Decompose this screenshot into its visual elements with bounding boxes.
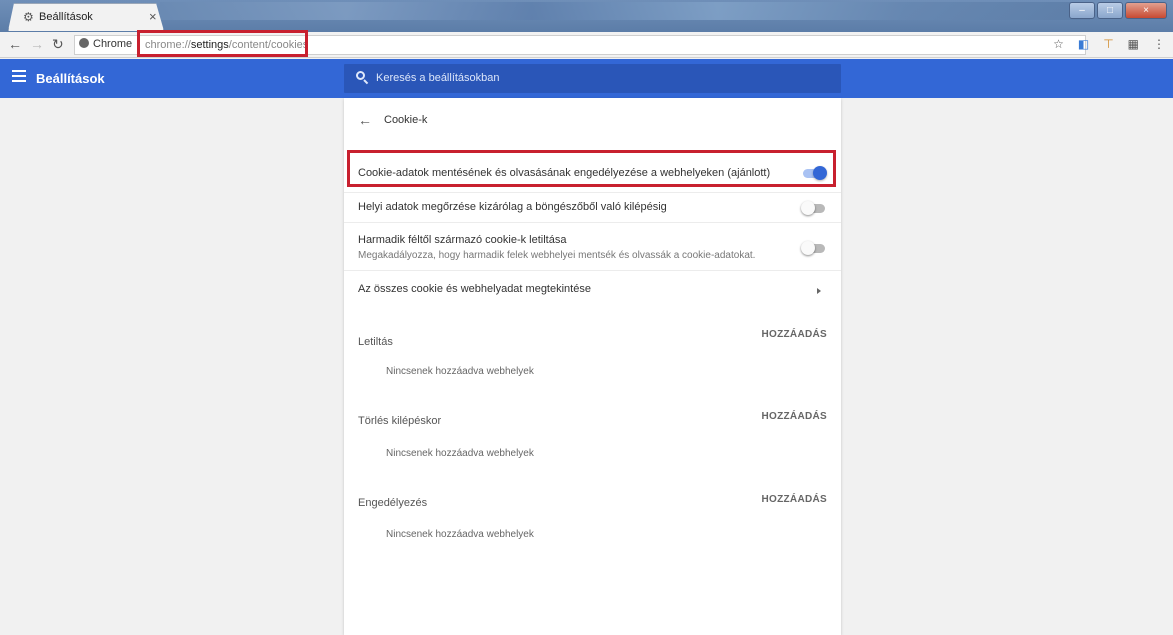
bookmark-star-icon[interactable]: ☆ <box>1053 37 1064 51</box>
window-controls: – □ × <box>1069 2 1167 19</box>
chevron-right-icon <box>817 288 821 294</box>
block-third-party-sublabel: Megakadályozza, hogy harmadik felek webh… <box>358 250 756 261</box>
extension-icon[interactable]: ⊤ <box>1103 37 1113 51</box>
section-title-clear-on-exit: Törlés kilépéskor <box>358 415 442 427</box>
settings-header: Beállítások Keresés a beállításokban <box>0 59 1173 98</box>
hamburger-menu-icon[interactable] <box>12 70 26 82</box>
block-third-party-label: Harmadik féltől származó cookie-k letilt… <box>358 234 567 246</box>
maximize-button[interactable]: □ <box>1097 2 1123 19</box>
search-placeholder: Keresés a beállításokban <box>376 72 500 84</box>
tab-close-icon[interactable]: × <box>149 9 157 24</box>
add-block-button[interactable]: HOZZÁADÁS <box>762 329 827 340</box>
clear-on-exit-empty-text: Nincsenek hozzáadva webhelyek <box>386 448 534 459</box>
subpage-header: ← Cookie-k <box>344 98 841 142</box>
section-title-block: Letiltás <box>358 336 393 348</box>
reload-icon[interactable]: ↻ <box>52 36 64 53</box>
url-highlight-box <box>137 30 308 57</box>
page-title: Cookie-k <box>384 114 428 126</box>
extension-icon[interactable]: ▦ <box>1128 37 1139 51</box>
blurred-tabs <box>160 2 1090 20</box>
block-third-party-toggle[interactable] <box>801 241 827 255</box>
site-chip[interactable]: Chrome <box>79 38 132 50</box>
local-only-row[interactable]: Helyi adatok megőrzése kizárólag a böngé… <box>344 193 841 223</box>
allow-empty-text: Nincsenek hozzáadva webhelyek <box>386 529 534 540</box>
tab-title: Beállítások <box>39 11 93 23</box>
search-icon <box>356 71 369 85</box>
gear-icon: ⚙ <box>23 10 34 24</box>
header-title: Beállítások <box>36 71 105 86</box>
toolbar-actions: ☆ ◧ ⊤ ▦ ⋮ <box>1053 37 1165 51</box>
local-only-toggle[interactable] <box>801 201 827 215</box>
add-allow-button[interactable]: HOZZÁADÁS <box>762 494 827 505</box>
tab-settings[interactable]: ⚙ Beállítások × <box>8 3 164 31</box>
allow-cookies-highlight-box <box>347 150 836 187</box>
forward-arrow-icon[interactable]: → <box>30 36 44 52</box>
minimize-button[interactable]: – <box>1069 2 1095 19</box>
chrome-icon <box>79 38 89 48</box>
back-arrow-icon[interactable]: ← <box>358 112 372 128</box>
block-third-party-row[interactable]: Harmadik féltől származó cookie-k letilt… <box>344 223 841 271</box>
extension-icon[interactable]: ◧ <box>1078 37 1089 51</box>
block-empty-text: Nincsenek hozzáadva webhelyek <box>386 366 534 377</box>
site-chip-label: Chrome <box>93 38 133 50</box>
tab-strip: ⚙ Beállítások × – □ × <box>0 0 1173 32</box>
local-only-label: Helyi adatok megőrzése kizárólag a böngé… <box>358 201 667 213</box>
all-cookies-row[interactable]: Az összes cookie és webhelyadat megtekin… <box>344 271 841 307</box>
search-input[interactable]: Keresés a beállításokban <box>344 64 841 93</box>
menu-dots-icon[interactable]: ⋮ <box>1153 37 1165 51</box>
back-arrow-icon[interactable]: ← <box>8 36 22 52</box>
close-window-button[interactable]: × <box>1125 2 1167 19</box>
add-clear-on-exit-button[interactable]: HOZZÁADÁS <box>762 411 827 422</box>
all-cookies-label: Az összes cookie és webhelyadat megtekin… <box>358 283 591 295</box>
section-title-allow: Engedélyezés <box>358 497 428 509</box>
